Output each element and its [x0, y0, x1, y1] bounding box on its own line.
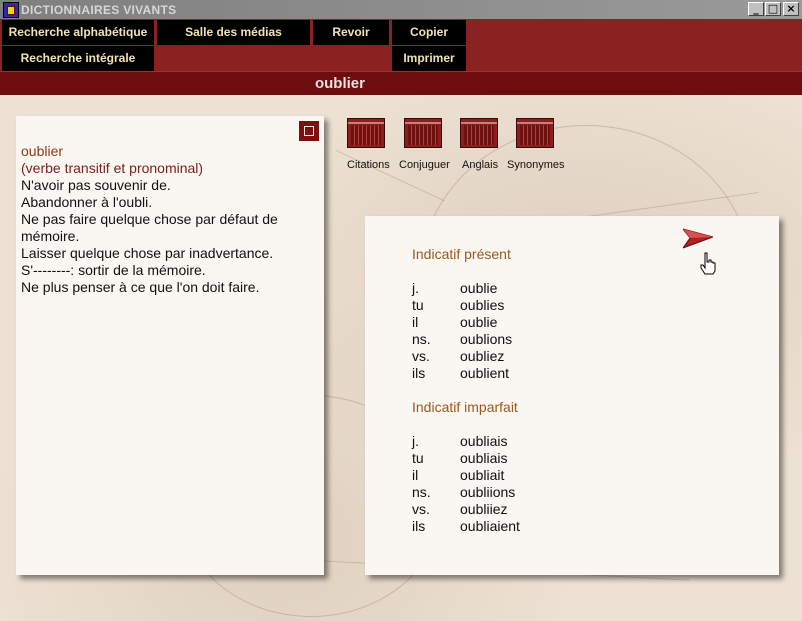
verb-form: oubliais — [460, 450, 508, 466]
verb-form: oublions — [460, 331, 513, 347]
pronoun: il — [412, 314, 419, 330]
minimize-button[interactable]: _ — [748, 2, 764, 16]
next-arrow-icon[interactable] — [683, 227, 713, 249]
pronoun: tu — [412, 450, 424, 466]
window-title-bar: DICTIONNAIRES VIVANTS _ □ × — [0, 0, 802, 20]
conjuguer-label: Conjuguer — [399, 159, 450, 171]
definition-line: Abandonner à l'oubli. — [21, 194, 153, 210]
definition-text: oublier (verbe transitif et pronominal) … — [21, 143, 321, 296]
definition-line: Ne pas faire quelque chose par défaut de — [21, 211, 278, 227]
pronoun: vs. — [412, 348, 430, 364]
definition-line: S'--------: sortir de la mémoire. — [21, 262, 206, 278]
verb-form: oublie — [460, 280, 498, 296]
app-icon[interactable] — [3, 2, 19, 18]
synonymes-tool[interactable]: Synonymes — [506, 118, 566, 171]
menu-bar: Recherche alphabétique Salle des médias … — [0, 19, 802, 71]
verb-form: oublies — [460, 297, 505, 313]
book-icon — [460, 118, 498, 148]
verb-form: oubliais — [460, 433, 508, 449]
pronoun: tu — [412, 297, 424, 313]
pronoun: ils — [412, 365, 426, 381]
verb-form: oubliiez — [460, 501, 508, 517]
pronoun: vs. — [412, 501, 430, 517]
current-word-title: oublier — [314, 75, 365, 92]
pronoun: ils — [412, 518, 426, 534]
definition-line: Laisser quelque chose par inadvertance. — [21, 245, 274, 261]
verb-form: oubliaient — [460, 518, 520, 534]
pronoun: j. — [412, 433, 419, 449]
verb-form: oublie — [460, 314, 498, 330]
copier-button[interactable]: Copier — [392, 20, 466, 45]
book-icon — [404, 118, 442, 148]
recherche-integrale-button[interactable]: Recherche intégrale — [2, 46, 154, 71]
verb-form: oublient — [460, 365, 510, 381]
citations-label: Citations — [347, 159, 390, 171]
maximize-button[interactable]: □ — [765, 2, 781, 16]
definition-line: Ne plus penser à ce que l'on doit faire. — [21, 279, 260, 295]
pronoun: il — [412, 467, 419, 483]
definition-line: N'avoir pas souvenir de. — [21, 177, 171, 193]
verb-form: oubliait — [460, 467, 505, 483]
verb-form: oubliez — [460, 348, 505, 364]
definition-line: mémoire. — [21, 228, 80, 244]
synonymes-label: Synonymes — [507, 159, 565, 171]
tense-title: Indicatif imparfait — [412, 399, 518, 415]
close-panel-icon[interactable] — [299, 121, 319, 141]
window-title: DICTIONNAIRES VIVANTS — [21, 3, 177, 17]
verb-form: oubliions — [460, 484, 516, 500]
recherche-alphabetique-button[interactable]: Recherche alphabétique — [2, 20, 154, 45]
tense-title: Indicatif présent — [412, 246, 511, 262]
grammatical-category: (verbe transitif et pronominal) — [21, 160, 204, 176]
book-icon — [516, 118, 554, 148]
close-window-button[interactable]: × — [783, 2, 799, 16]
revoir-button[interactable]: Revoir — [313, 20, 389, 45]
anglais-label: Anglais — [462, 159, 499, 171]
citations-tool[interactable]: Citations — [343, 118, 403, 171]
hand-cursor-icon — [700, 252, 716, 275]
conjuguer-tool[interactable]: Conjuguer — [398, 118, 458, 171]
imprimer-button[interactable]: Imprimer — [392, 46, 466, 71]
headword: oublier — [21, 143, 64, 159]
word-bar: oublier — [0, 71, 802, 96]
pronoun: ns. — [412, 331, 431, 347]
book-icon — [347, 118, 385, 148]
salle-des-medias-button[interactable]: Salle des médias — [157, 20, 310, 45]
pronoun: j. — [412, 280, 419, 296]
pronoun: ns. — [412, 484, 431, 500]
